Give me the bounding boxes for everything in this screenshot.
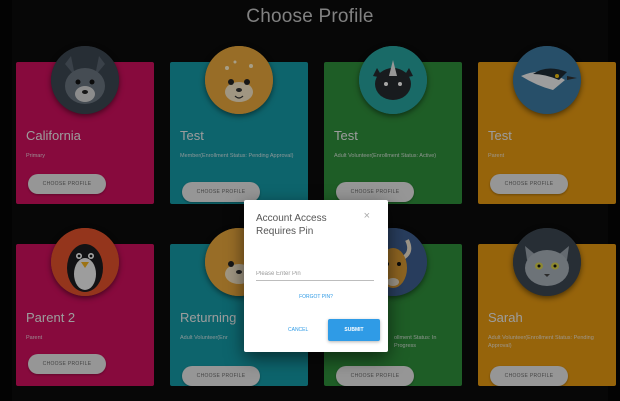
pin-dialog: Account Access Requires Pin × FORGOT PIN…	[244, 200, 388, 352]
pin-input[interactable]	[256, 268, 374, 281]
close-icon[interactable]: ×	[364, 210, 370, 222]
cancel-button[interactable]: CANCEL	[288, 327, 308, 333]
forgot-pin-link[interactable]: FORGOT PIN?	[244, 294, 388, 300]
dialog-title: Account Access Requires Pin	[256, 213, 327, 237]
submit-button[interactable]: SUBMIT	[328, 319, 380, 341]
